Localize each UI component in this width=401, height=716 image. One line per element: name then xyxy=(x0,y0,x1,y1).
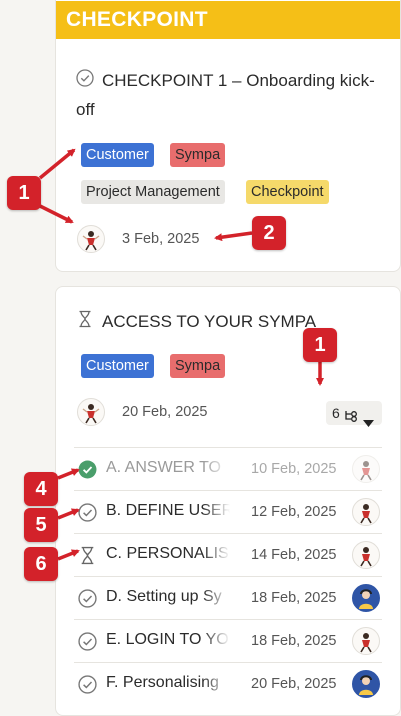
subtask-row[interactable]: B. DEFINE USER 12 Feb, 2025 xyxy=(74,490,382,533)
due-date: 20 Feb, 2025 xyxy=(122,404,208,420)
subtask-date: 20 Feb, 2025 xyxy=(251,676,337,692)
card-header: CHECKPOINT xyxy=(56,1,400,39)
annotation-badge: 1 xyxy=(7,176,41,210)
subtask-date: 12 Feb, 2025 xyxy=(251,504,337,520)
subtask-name[interactable]: F. Personalising xyxy=(106,674,230,692)
annotation-badge: 2 xyxy=(252,216,286,250)
subtask-avatar[interactable] xyxy=(352,541,380,569)
tag-customer: Customer xyxy=(81,354,154,378)
subtask-row[interactable]: C. PERSONALIS 14 Feb, 2025 xyxy=(74,533,382,576)
card-title: ACCESS TO YOUR SYMPA xyxy=(102,312,317,331)
annotation-badge: 5 xyxy=(24,508,58,542)
subtasks-icon xyxy=(344,406,360,430)
subtask-name[interactable]: C. PERSONALIS xyxy=(106,545,230,563)
chevron-down-icon xyxy=(363,410,374,434)
card-title-row[interactable]: CHECKPOINT 1 – Onboarding kick-off xyxy=(76,67,386,124)
checkpoint-card[interactable]: CHECKPOINT CHECKPOINT 1 – Onboarding kic… xyxy=(55,0,401,272)
subtask-avatar[interactable] xyxy=(352,627,380,655)
checkmark-circle-icon[interactable] xyxy=(76,68,94,96)
subtask-avatar[interactable] xyxy=(352,498,380,526)
annotation-badge: 4 xyxy=(24,472,58,506)
checkmark-circle-filled-icon[interactable] xyxy=(78,460,97,484)
subtask-avatar[interactable] xyxy=(352,670,380,698)
subtasks-toggle[interactable]: 6 xyxy=(326,401,382,427)
checkmark-circle-icon[interactable] xyxy=(78,675,97,699)
task-card[interactable]: ACCESS TO YOUR SYMPA Customer Sympa 20 F… xyxy=(55,286,401,716)
card-title-row[interactable]: ACCESS TO YOUR SYMPA xyxy=(76,308,386,337)
hourglass-icon[interactable] xyxy=(76,309,94,337)
tag-customer: Customer xyxy=(81,143,154,167)
card-title: CHECKPOINT 1 – Onboarding kick-off xyxy=(76,71,375,119)
subtask-date: 10 Feb, 2025 xyxy=(251,461,337,477)
subtask-name[interactable]: A. ANSWER TO xyxy=(106,459,230,477)
subtask-row[interactable]: D. Setting up Sy 18 Feb, 2025 xyxy=(74,576,382,619)
subtask-name[interactable]: B. DEFINE USER xyxy=(106,502,230,520)
checkmark-circle-icon[interactable] xyxy=(78,632,97,656)
tag-sympa: Sympa xyxy=(170,143,226,167)
assignee-avatar[interactable] xyxy=(77,225,105,253)
subtask-avatar[interactable] xyxy=(352,584,380,612)
subtask-name[interactable]: E. LOGIN TO YO xyxy=(106,631,230,649)
annotation-badge: 1 xyxy=(303,328,337,362)
assignee-avatar[interactable] xyxy=(77,398,105,426)
subtask-date: 14 Feb, 2025 xyxy=(251,547,337,563)
tag-project-management: Project Management xyxy=(81,180,225,204)
tag-sympa: Sympa xyxy=(170,354,226,378)
annotation-badge: 6 xyxy=(24,547,58,581)
subtask-row[interactable]: A. ANSWER TO 10 Feb, 2025 xyxy=(74,447,382,490)
subtask-row[interactable]: F. Personalising 20 Feb, 2025 xyxy=(74,662,382,705)
subtask-avatar[interactable] xyxy=(352,455,380,483)
tag-checkpoint: Checkpoint xyxy=(246,180,329,204)
checkmark-circle-icon[interactable] xyxy=(78,503,97,527)
subtask-row[interactable]: E. LOGIN TO YO 18 Feb, 2025 xyxy=(74,619,382,662)
hourglass-icon[interactable] xyxy=(78,546,97,570)
subtask-name[interactable]: D. Setting up Sy xyxy=(106,588,230,606)
checkmark-circle-icon[interactable] xyxy=(78,589,97,613)
subtask-date: 18 Feb, 2025 xyxy=(251,590,337,606)
subtask-count: 6 xyxy=(332,405,340,421)
subtask-date: 18 Feb, 2025 xyxy=(251,633,337,649)
due-date: 3 Feb, 2025 xyxy=(122,231,200,247)
